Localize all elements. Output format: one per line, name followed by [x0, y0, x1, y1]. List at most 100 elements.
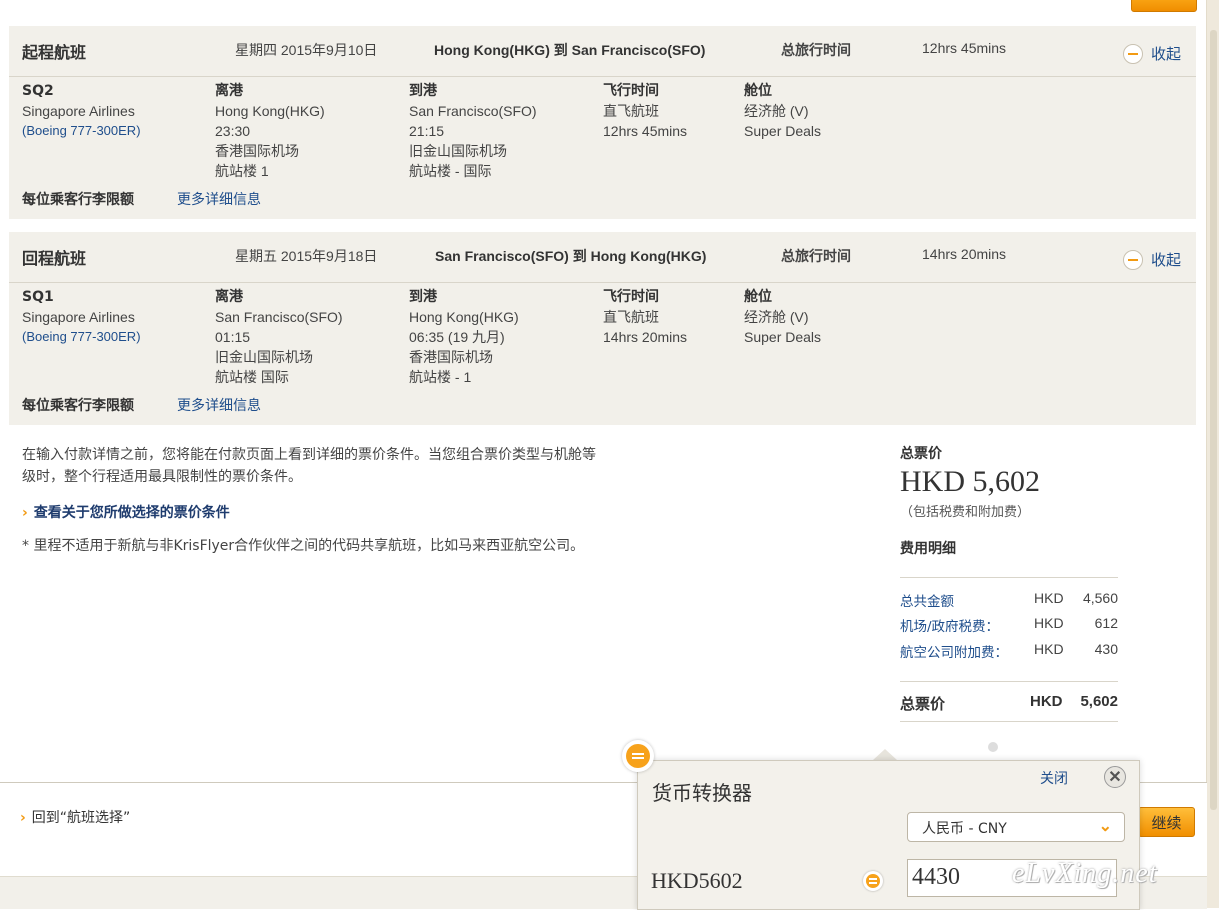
depart-terminal: 航站楼 国际 — [215, 369, 289, 385]
outbound-flight-col: SQ2 Singapore Airlines (Boeing 777-300ER… — [22, 81, 141, 141]
more-info-link[interactable]: 更多详细信息 — [177, 395, 261, 415]
flight-number: SQ1 — [22, 289, 54, 305]
breakdown-row-currency: HKD — [1034, 641, 1064, 657]
depart-time: 01:15 — [215, 329, 251, 345]
flight-duration: 14hrs 20mins — [603, 329, 688, 345]
cabin-label: 舱位 — [744, 289, 772, 305]
watermark: eLvXing.net — [1012, 858, 1158, 889]
arrive-time: 06:35 (19 九月) — [409, 329, 505, 345]
inbound-total-time-label: 总旅行时间 — [781, 249, 851, 265]
breakdown-row-name[interactable]: 航空公司附加费： — [900, 641, 1008, 661]
tooltip-arrow — [873, 749, 897, 760]
inbound-date: 星期五 2015年9月18日 — [235, 248, 378, 264]
price-summary: 总票价 HKD 5,602 （包括税费和附加费） 费用明细 总共金额 HKD 4… — [900, 443, 1118, 722]
aircraft-link[interactable]: (Boeing 777-300ER) — [22, 327, 141, 347]
depart-terminal: 航站楼 1 — [215, 163, 269, 179]
equals-icon — [863, 871, 883, 891]
grey-dot-icon — [988, 742, 998, 752]
depart-city: Hong Kong(HKG) — [215, 103, 325, 119]
miles-note: * 里程不适用于新航与非KrisFlyer合作伙伴之间的代码共享航班，比如马来西… — [22, 538, 585, 554]
outbound-date: 星期四 2015年9月10日 — [235, 42, 378, 58]
divider — [900, 577, 1118, 578]
arrive-airport: 旧金山国际机场 — [409, 143, 507, 159]
breakdown-row-value: 4,560 — [1082, 590, 1118, 606]
fare-family: Super Deals — [744, 123, 822, 139]
arrive-label: 到港 — [409, 83, 437, 99]
depart-label: 离港 — [215, 83, 243, 99]
airline-name: Singapore Airlines — [22, 103, 135, 119]
outbound-flight-section: 起程航班 星期四 2015年9月10日 Hong Kong(HKG) 到 San… — [9, 26, 1196, 219]
final-total-value: 5,602 — [1080, 693, 1118, 710]
depart-airport: 香港国际机场 — [215, 143, 299, 159]
total-fare-amount: HKD 5,602 — [900, 465, 1040, 498]
currency-select-value: 人民币 - CNY — [922, 821, 1007, 837]
breakdown-row-name[interactable]: 总共金额 — [900, 590, 954, 610]
depart-time: 23:30 — [215, 123, 251, 139]
inbound-details: SQ1 Singapore Airlines (Boeing 777-300ER… — [9, 283, 1196, 425]
back-to-flight-selection-link[interactable]: › 回到“航班选择” — [20, 807, 130, 827]
aircraft-link[interactable]: (Boeing 777-300ER) — [22, 121, 141, 141]
back-link-label: 回到“航班选择” — [31, 810, 131, 826]
arrive-label: 到港 — [409, 289, 437, 305]
page-scrollbar[interactable] — [1206, 0, 1219, 908]
depart-city: San Francisco(SFO) — [215, 309, 343, 325]
outbound-cabin-col: 舱位 经济舱 (V) Super Deals — [744, 81, 821, 141]
arrive-time: 21:15 — [409, 123, 445, 139]
cabin-label: 舱位 — [744, 83, 772, 99]
converter-title: 货币转换器 — [652, 781, 752, 805]
outbound-total-time-label: 总旅行时间 — [781, 43, 851, 59]
cabin-class: 经济舱 (V) — [744, 103, 809, 119]
final-total-currency: HKD — [1030, 693, 1063, 710]
baggage-allowance-label: 每位乘客行李限额 — [22, 398, 134, 414]
outbound-total-time: 12hrs 45mins — [922, 40, 1007, 56]
currency-converter-toggle-icon[interactable] — [622, 740, 654, 772]
depart-label: 离港 — [215, 289, 243, 305]
outbound-details: SQ2 Singapore Airlines (Boeing 777-300ER… — [9, 77, 1196, 219]
breakdown-row-currency: HKD — [1034, 590, 1064, 606]
inbound-cabin-col: 舱位 经济舱 (V) Super Deals — [744, 287, 821, 347]
outbound-header: 起程航班 星期四 2015年9月10日 Hong Kong(HKG) 到 San… — [9, 26, 1196, 77]
total-fare-note: （包括税费和附加费） — [900, 505, 1031, 520]
breakdown-row-name[interactable]: 机场/政府税费： — [900, 615, 999, 635]
flight-duration: 12hrs 45mins — [603, 123, 688, 139]
flight-type: 直飞航班 — [603, 309, 659, 325]
continue-button[interactable]: 继续 — [1138, 807, 1195, 837]
converter-close-link[interactable]: 关闭 — [1040, 768, 1068, 788]
fare-conditions-link[interactable]: › 查看关于您所做选择的票价条件 — [22, 502, 230, 522]
chevron-right-icon: › — [22, 505, 28, 521]
outbound-arrive-col: 到港 San Francisco(SFO) 21:15 旧金山国际机场 航站楼 … — [409, 81, 537, 181]
inbound-header: 回程航班 星期五 2015年9月18日 San Francisco(SFO) 到… — [9, 232, 1196, 283]
more-info-link[interactable]: 更多详细信息 — [177, 189, 261, 209]
fare-family: Super Deals — [744, 329, 822, 345]
outbound-title: 起程航班 — [22, 43, 87, 62]
inbound-depart-col: 离港 San Francisco(SFO) 01:15 旧金山国际机场 航站楼 … — [215, 287, 343, 387]
divider — [900, 721, 1118, 722]
divider — [900, 681, 1118, 682]
inbound-flight-section: 回程航班 星期五 2015年9月18日 San Francisco(SFO) 到… — [9, 232, 1196, 425]
breakdown-row-currency: HKD — [1034, 615, 1064, 631]
breakdown-row-value: 612 — [1094, 615, 1118, 631]
outbound-collapse-button[interactable]: 收起 — [1123, 43, 1181, 64]
inbound-duration-col: 飞行时间 直飞航班 14hrs 20mins — [603, 287, 687, 347]
inbound-collapse-button[interactable]: 收起 — [1123, 249, 1181, 270]
close-icon[interactable]: ✕ — [1104, 766, 1126, 788]
currency-select[interactable]: 人民币 - CNY ⌄ — [907, 812, 1125, 842]
total-fare-label: 总票价 — [900, 446, 942, 462]
collapse-minus-icon — [1123, 249, 1143, 270]
depart-airport: 旧金山国际机场 — [215, 349, 313, 365]
duration-label: 飞行时间 — [603, 289, 659, 305]
breakdown-title: 费用明细 — [900, 541, 956, 557]
collapse-label: 收起 — [1151, 251, 1182, 269]
baggage-allowance-label: 每位乘客行李限额 — [22, 192, 134, 208]
top-action-button-partial[interactable] — [1131, 0, 1197, 12]
outbound-depart-col: 离港 Hong Kong(HKG) 23:30 香港国际机场 航站楼 1 — [215, 81, 325, 181]
outbound-route: Hong Kong(HKG) 到 San Francisco(SFO) — [434, 42, 706, 58]
collapse-minus-icon — [1123, 43, 1143, 64]
scrollbar-thumb[interactable] — [1210, 30, 1217, 810]
chevron-right-icon: › — [20, 810, 26, 826]
breakdown-row-value: 430 — [1094, 641, 1118, 657]
arrive-city: San Francisco(SFO) — [409, 103, 537, 119]
inbound-total-time: 14hrs 20mins — [922, 246, 1007, 262]
inbound-flight-col: SQ1 Singapore Airlines (Boeing 777-300ER… — [22, 287, 141, 347]
inbound-title: 回程航班 — [22, 249, 87, 268]
